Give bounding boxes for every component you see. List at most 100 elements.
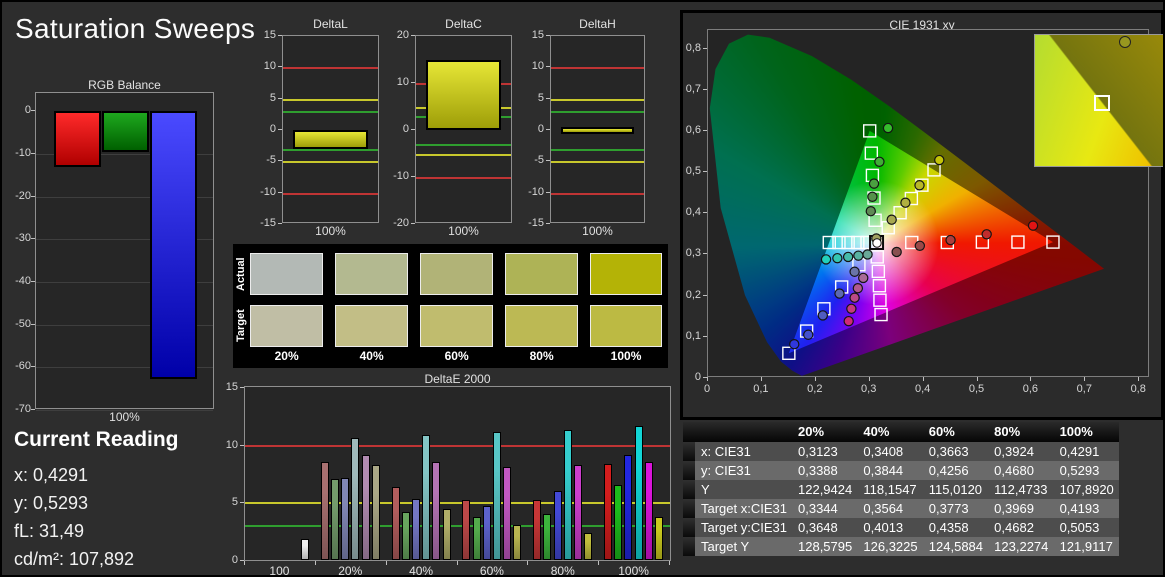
cie-x-tick-label: 0 [703, 383, 711, 395]
current-reading: Current Reading x: 0,4291 y: 0,5293 fL: 31… [14, 428, 179, 573]
deltae-y-tick-label: 15 [225, 381, 238, 393]
cie-x-tick-mark [1084, 377, 1086, 381]
table-row-label: Target y:CIE31 [695, 518, 792, 537]
deltae-bar-cyan [351, 437, 360, 560]
table-key-cell [683, 480, 695, 499]
cie-measured-point [900, 197, 911, 208]
deltac-plot [415, 35, 512, 223]
delta-y-tick-mark [546, 129, 550, 130]
deltae-bar-cyan [422, 435, 431, 560]
current-reading-line: fL: 31,49 [14, 521, 85, 541]
swatch-actual-20% [250, 252, 323, 295]
reference-line [283, 67, 378, 70]
rgb-y-tick-label: -50 [15, 317, 31, 330]
deltae-bar-magenta [503, 466, 512, 560]
delta-y-tick-mark [278, 129, 282, 130]
cie-measured-point [865, 206, 876, 217]
cie-1931-chart[interactable]: CIE 1931 xy 0 0,1 0,2 0,3 0,4 0,5 0,6 0,7 0,8 0 0,… [680, 10, 1163, 420]
deltae-bar-cyan [634, 426, 643, 560]
cie-target-square [871, 264, 886, 279]
delta-x-label: 100% [448, 224, 479, 238]
table-row-label [695, 422, 792, 442]
swatch-col-label: 40% [359, 349, 384, 363]
cie-measured-point [914, 240, 926, 252]
cie-measured-point [842, 251, 854, 263]
inset-measured-point [1119, 36, 1131, 48]
rgb-y-tick-mark [31, 323, 35, 325]
cie-y-tick-mark [703, 171, 707, 173]
delta-chart-title: DeltaL [313, 17, 348, 31]
deltae-x-label: 60% [479, 564, 504, 577]
delta-y-tick-label: -10 [528, 185, 544, 198]
deltae-bar-red [320, 461, 329, 560]
deltae-y-tick-label: 0 [231, 554, 238, 566]
reference-line [283, 192, 378, 195]
rgb-y-tick-label: -20 [15, 189, 31, 202]
rgb-y-tick-mark [31, 238, 35, 240]
reference-line [551, 148, 644, 151]
rgb-y-tick-mark [31, 280, 35, 282]
swatch-col-label: 60% [444, 349, 469, 363]
deltae-group-tick [244, 561, 245, 565]
table-row: y: CIE31 0,3388 0,3844 0,4256 0,4680 0,5293 [683, 461, 1119, 480]
reference-line [551, 98, 644, 101]
deltal-plot [282, 35, 379, 223]
deltae-group-tick [456, 561, 458, 565]
deltae-bar-green [330, 479, 339, 560]
cie-x-tick-mark [976, 377, 978, 381]
cie-x-tick-label: 0,3 [861, 383, 877, 395]
cie-measured-point [834, 288, 845, 299]
deltae-bar-red [391, 487, 400, 560]
rgb-y-tick-label: -70 [15, 402, 31, 415]
cie-target-square [863, 124, 877, 138]
deltae-bar-magenta [574, 465, 583, 560]
swatch-row-label: Actual [235, 256, 247, 291]
deltae-bar-cyan [563, 429, 572, 560]
cie-y-tick-mark [703, 129, 707, 131]
table-value-cell: 100% [1053, 422, 1119, 442]
deltae-bar-blue [411, 498, 420, 560]
deltae-bar-yellow [584, 533, 593, 560]
swatch-actual-40% [335, 252, 408, 295]
delta-y-tick-label: 15 [263, 29, 276, 41]
table-value-cell: 20% [792, 422, 858, 442]
delta-y-tick-label: -10 [393, 170, 409, 182]
cie-measured-point [853, 250, 864, 261]
swatch-target-100% [589, 305, 663, 348]
page-title: Saturation Sweeps [15, 13, 256, 44]
table-value-cell: 0,3344 [792, 499, 858, 518]
swatch-col-label: 100% [610, 349, 642, 363]
cie-y-tick-label: 0,5 [685, 165, 701, 178]
deltae-x-label: 100% [618, 564, 649, 577]
swatch-actual-100% [589, 252, 663, 295]
deltae-bar-blue [553, 490, 562, 560]
table-value-cell: 60% [922, 422, 989, 442]
rgb-y-tick-label: -10 [15, 146, 31, 159]
current-reading-title: Current Reading [14, 428, 179, 451]
deltae-group-tick [598, 561, 600, 565]
delta-y-tick-mark [411, 35, 415, 36]
cie-measured-point [849, 292, 860, 303]
rgb-balance-title: RGB Balance [88, 78, 161, 92]
delta-y-tick-label: 10 [263, 60, 276, 73]
table-value-cell: 0,3388 [792, 461, 858, 480]
cie-x-tick-mark [922, 377, 924, 381]
swatch-actual-60% [420, 252, 493, 295]
cie-target-square [864, 146, 879, 160]
cie-white-point [872, 238, 882, 248]
delta-y-tick-mark [278, 66, 282, 68]
cie-target-square [870, 250, 884, 264]
table-value-cell: 0,4256 [922, 461, 989, 480]
table-value-cell: 118,1547 [857, 480, 923, 499]
table-key-cell [683, 537, 695, 556]
delta-y-tick-label: -5 [534, 154, 544, 167]
delta-y-tick-label: 5 [269, 91, 276, 104]
cie-y-tick-label: 0,1 [685, 329, 701, 342]
rgb-y-tick-label: -60 [15, 360, 31, 373]
swatch-col-label: 80% [529, 349, 554, 363]
table-row: x: CIE31 0,3123 0,3408 0,3663 0,3924 0,4291 [683, 442, 1119, 461]
delta-y-tick-mark [546, 35, 550, 36]
deltae-x-label: 100 [269, 564, 290, 577]
cie-measured-point [874, 156, 885, 167]
current-reading-line: cd/m²: 107,892 [14, 549, 135, 569]
